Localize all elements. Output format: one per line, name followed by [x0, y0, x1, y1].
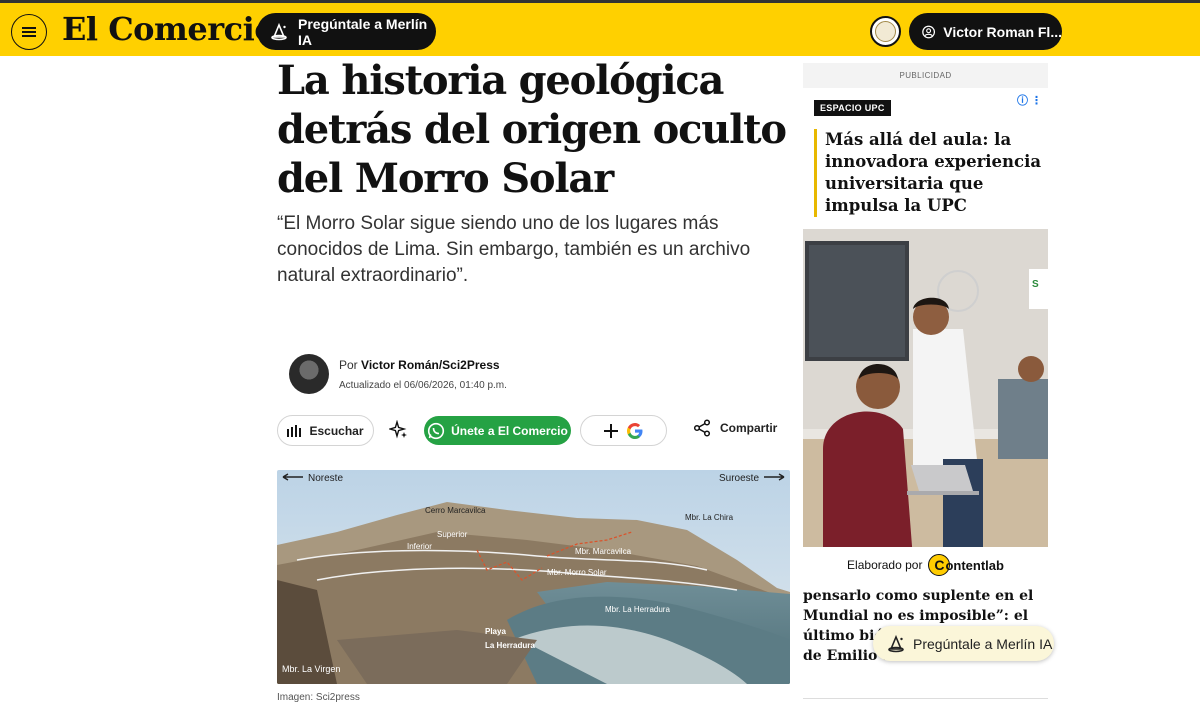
image-label-morro-solar: Mbr. Morro Solar: [547, 568, 607, 577]
updated-timestamp: Actualizado el 06/06/2026, 01:40 p.m.: [339, 380, 507, 391]
share-button[interactable]: Compartir: [693, 419, 777, 437]
author-avatar[interactable]: [289, 354, 329, 394]
merlin-ai-label: Pregúntale a Merlín IA: [298, 15, 428, 48]
image-label-southwest: Suroeste: [719, 473, 759, 484]
ad-info-icon[interactable]: ⓘ ⋮: [1017, 92, 1042, 108]
merlin-ai-button[interactable]: Pregúntale a Merlín IA: [257, 13, 436, 50]
floating-merlin-label: Pregúntale a Merlín IA: [913, 635, 1053, 652]
listen-button[interactable]: Escuchar: [277, 415, 374, 446]
divider: [803, 698, 1048, 699]
whatsapp-label: Únete a El Comercio: [451, 423, 568, 438]
listen-label: Escuchar: [309, 423, 364, 438]
user-name: Victor Roman Fl...: [943, 23, 1062, 40]
author-name[interactable]: Victor Román/Sci2Press: [361, 358, 500, 372]
user-account-button[interactable]: Victor Roman Fl...: [909, 13, 1062, 50]
share-label: Compartir: [720, 421, 778, 435]
contentlab-brand: ontentlab: [945, 557, 1004, 573]
image-label-la-chira: Mbr. La Chira: [685, 513, 734, 522]
wizard-icon: [269, 22, 289, 42]
wizard-icon: [888, 634, 904, 652]
top-navigation-bar: El Comercio Pregúntale a Merlín IA Victo…: [0, 0, 1200, 56]
club-badge-icon[interactable]: [870, 16, 901, 47]
whatsapp-icon: [428, 422, 445, 439]
menu-button[interactable]: [11, 14, 47, 50]
image-label-marcavilca: Mbr. Marcavilca: [575, 547, 632, 556]
ad-label: PUBLICIDAD: [803, 63, 1048, 88]
image-label-playa: Playa: [485, 627, 506, 636]
author-prefix: Por: [339, 358, 358, 372]
share-icon: [693, 419, 711, 437]
floating-merlin-ai-button[interactable]: Pregúntale a Merlín IA: [873, 626, 1054, 661]
ad-footer-prefix: Elaborado por: [847, 558, 923, 572]
audio-bars-icon: [287, 424, 302, 437]
user-icon: [922, 25, 936, 38]
image-label-herradura: Mbr. La Herradura: [605, 605, 670, 614]
image-label-playa-herradura: La Herradura: [485, 641, 535, 650]
hamburger-icon: [22, 27, 36, 37]
article-subheadline: “El Morro Solar sigue siendo uno de los …: [277, 213, 751, 286]
add-google-preferred-button[interactable]: [580, 415, 667, 446]
image-label-la-virgen: Mbr. La Virgen: [282, 664, 340, 674]
image-label-northeast: Noreste: [308, 473, 343, 484]
article-headline: La historia geológica detrás del origen …: [277, 57, 787, 202]
ad-photo[interactable]: S: [803, 229, 1048, 547]
google-icon: [626, 422, 642, 439]
site-logo[interactable]: El Comercio: [62, 10, 276, 48]
contentlab-logo: C ontentlab: [928, 554, 1004, 576]
author-byline: Por Victor Román/Sci2Press: [339, 358, 500, 372]
ad-title[interactable]: Más allá del aula: la innovadora experie…: [814, 129, 1042, 217]
join-whatsapp-button[interactable]: Únete a El Comercio: [424, 416, 571, 445]
image-caption: Imagen: Sci2press: [277, 692, 360, 703]
image-label-superior: Superior: [437, 530, 468, 539]
ai-summary-sparkle-icon[interactable]: [387, 419, 409, 440]
article-hero-image[interactable]: Noreste Suroeste Cerro Marcavilca Superi…: [277, 470, 790, 684]
image-label-inferior: Inferior: [407, 542, 432, 551]
ad-sponsor-tag: ESPACIO UPC: [814, 100, 891, 116]
image-label-cerro: Cerro Marcavilca: [425, 506, 486, 515]
plus-icon: [603, 423, 618, 438]
sidebar-advertisement[interactable]: PUBLICIDAD ⓘ ⋮ ESPACIO UPC Más allá del …: [803, 63, 1048, 583]
svg-text:S: S: [1032, 279, 1039, 290]
ad-footer: Elaborado por C ontentlab: [803, 547, 1048, 583]
